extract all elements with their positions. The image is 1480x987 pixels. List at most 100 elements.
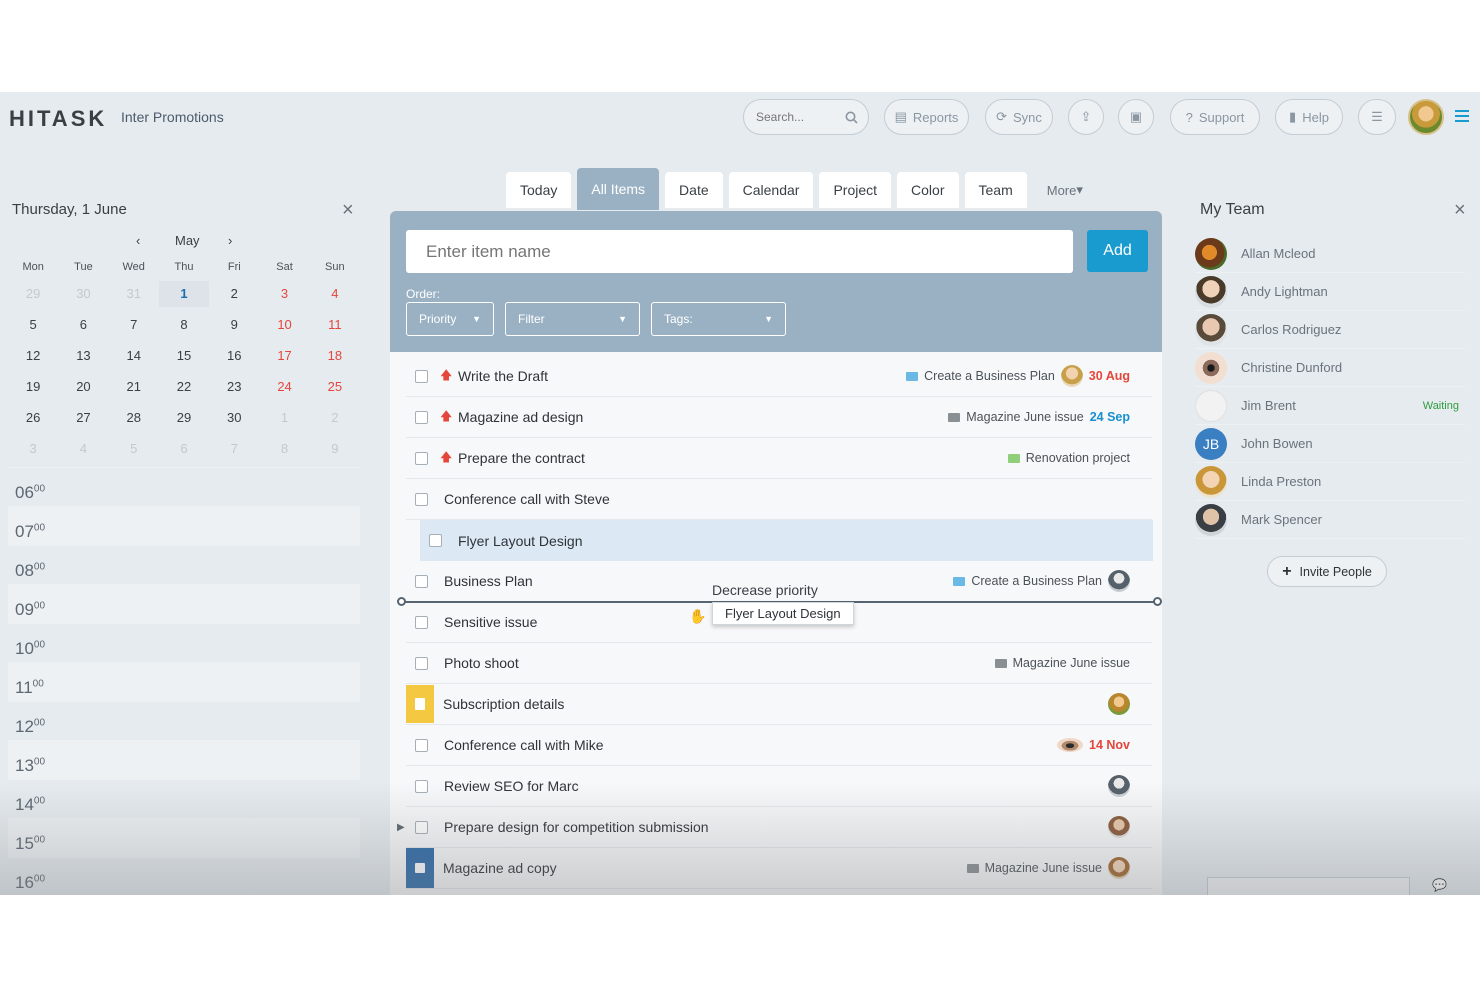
close-calendar-icon[interactable]: × [342, 200, 354, 220]
item-checkbox[interactable] [415, 574, 428, 588]
help-button[interactable]: ▮ Help [1275, 99, 1343, 135]
calendar-day[interactable]: 5 [8, 317, 58, 332]
calendar-day[interactable]: 22 [159, 379, 209, 394]
calendar-day[interactable]: 6 [159, 441, 209, 456]
calendar-day[interactable]: 27 [58, 410, 108, 425]
tab-all-items[interactable]: All Items [577, 168, 660, 210]
calendar-day[interactable]: 5 [109, 441, 159, 456]
close-team-icon[interactable]: × [1454, 200, 1466, 220]
tab-date[interactable]: Date [665, 172, 723, 208]
calendar-day[interactable]: 19 [8, 379, 58, 394]
list-item[interactable]: Conference call with Mike 14 Nov [406, 725, 1152, 766]
team-member[interactable]: JB John Bowen [1195, 425, 1465, 463]
calendar-day[interactable]: 1 [259, 410, 309, 425]
calendar-day[interactable]: 12 [8, 348, 58, 363]
tab-color[interactable]: Color [897, 172, 959, 208]
item-checkbox[interactable] [415, 738, 428, 752]
calendar-day[interactable]: 29 [8, 286, 58, 301]
tab-calendar[interactable]: Calendar [728, 172, 814, 208]
item-checkbox[interactable] [415, 369, 428, 383]
hour-slot[interactable]: 1000 [8, 623, 360, 662]
hour-slot[interactable]: 0800 [8, 545, 360, 584]
calendar-day[interactable]: 24 [259, 379, 309, 394]
calendar-day[interactable]: 31 [109, 286, 159, 301]
item-project[interactable]: Magazine June issue [1013, 656, 1130, 670]
reports-button[interactable]: ▤ Reports [884, 99, 969, 135]
tab-team[interactable]: Team [964, 172, 1027, 208]
hour-slot[interactable]: 1300 [8, 740, 360, 779]
item-project[interactable]: Create a Business Plan [924, 369, 1055, 383]
tab-today[interactable]: Today [506, 172, 572, 208]
settings-button[interactable]: ☰ [1358, 99, 1396, 135]
list-item[interactable]: Subscription details [406, 684, 1152, 725]
calendar-day[interactable]: 9 [310, 441, 360, 456]
next-month-icon[interactable]: › [228, 233, 232, 248]
search-input[interactable] [756, 110, 836, 124]
calendar-day[interactable]: 13 [58, 348, 108, 363]
item-checkbox[interactable] [415, 410, 428, 424]
hour-slot[interactable]: 1200 [8, 701, 360, 740]
user-avatar[interactable] [1408, 99, 1444, 135]
calendar-day[interactable]: 3 [8, 441, 58, 456]
hour-slot[interactable]: 1400 [8, 779, 360, 818]
item-project[interactable]: Magazine June issue [966, 410, 1083, 424]
item-checkbox[interactable] [415, 779, 428, 793]
calendar-day[interactable]: 30 [209, 410, 259, 425]
item-project[interactable]: Create a Business Plan [971, 574, 1102, 588]
hour-slot[interactable]: 1600 [8, 857, 360, 895]
support-button[interactable]: ? Support [1170, 99, 1260, 135]
calendar-day[interactable]: 17 [259, 348, 309, 363]
item-name-input[interactable] [406, 230, 1073, 273]
sync-button[interactable]: ⟳ Sync [985, 99, 1053, 135]
calendar-day[interactable]: 18 [310, 348, 360, 363]
item-checkbox[interactable] [415, 451, 428, 465]
list-item[interactable]: Prepare design for competition submissio… [406, 807, 1152, 848]
list-item[interactable]: 🡅 Prepare the contract Renovation projec… [406, 438, 1152, 479]
team-member[interactable]: Linda Preston [1195, 463, 1465, 501]
calendar-day[interactable]: 29 [159, 410, 209, 425]
team-member[interactable]: Mark Spencer [1195, 501, 1465, 539]
list-item[interactable]: Conference call with Steve [406, 479, 1152, 520]
dragged-list-item[interactable]: Flyer Layout Design [420, 520, 1153, 561]
expand-arrow-icon[interactable]: ▶ [397, 822, 405, 833]
calendar-day[interactable]: 2 [209, 286, 259, 301]
chat-input[interactable] [1207, 877, 1410, 895]
tab-project[interactable]: Project [819, 172, 892, 208]
hour-slot[interactable]: 0900 [8, 584, 360, 623]
calendar-day[interactable]: 3 [259, 286, 309, 301]
hour-slot[interactable]: 1100 [8, 662, 360, 701]
item-checkbox[interactable] [415, 492, 428, 506]
calendar-day[interactable]: 6 [58, 317, 108, 332]
calendar-day[interactable]: 30 [58, 286, 108, 301]
filter-dropdown[interactable]: Filter ▼ [505, 302, 640, 336]
list-item[interactable]: 🡅 Write the Draft Create a Business Plan… [406, 356, 1152, 397]
calendar-day[interactable]: 8 [259, 441, 309, 456]
hour-slot[interactable]: 1500 [8, 818, 360, 857]
calendar-day-selected[interactable]: 1 [158, 280, 210, 307]
calendar-day[interactable]: 2 [310, 410, 360, 425]
calendar-day[interactable]: 9 [209, 317, 259, 332]
calendar-day[interactable]: 7 [209, 441, 259, 456]
calendar-day[interactable]: 8 [159, 317, 209, 332]
list-item[interactable]: 🡅 Magazine ad design Magazine June issue… [406, 397, 1152, 438]
calendar-day[interactable]: 7 [109, 317, 159, 332]
calendar-day[interactable]: 16 [209, 348, 259, 363]
team-member[interactable]: Allan Mcleod [1195, 235, 1465, 273]
calendar-day[interactable]: 4 [310, 286, 360, 301]
calendar-day[interactable]: 4 [58, 441, 108, 456]
calendar-day[interactable]: 21 [109, 379, 159, 394]
hour-slot[interactable]: 0600 [8, 467, 360, 506]
tab-more[interactable]: More ▾ [1033, 172, 1097, 208]
invite-people-button[interactable]: + Invite People [1267, 556, 1387, 587]
hour-slot[interactable]: 0700 [8, 506, 360, 545]
list-item[interactable]: Photo shoot Magazine June issue [406, 643, 1152, 684]
calendar-day[interactable]: 15 [159, 348, 209, 363]
menu-icon[interactable] [1455, 110, 1469, 122]
list-item[interactable]: Magazine ad copy Magazine June issue [406, 848, 1152, 889]
calendar-day[interactable]: 10 [259, 317, 309, 332]
team-member[interactable]: Jim Brent Waiting [1195, 387, 1465, 425]
list-item[interactable]: Review SEO for Marc [406, 766, 1152, 807]
calendar-day[interactable]: 14 [109, 348, 159, 363]
item-checkbox[interactable] [415, 615, 428, 629]
calendar-day[interactable]: 26 [8, 410, 58, 425]
